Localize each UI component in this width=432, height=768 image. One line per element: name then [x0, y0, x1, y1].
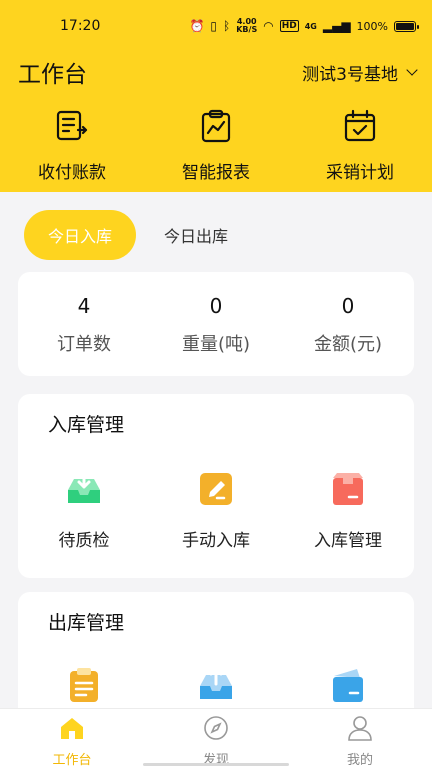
edit-pencil-icon: [197, 470, 235, 512]
signal-network: 4G: [304, 21, 317, 31]
nav-workbench[interactable]: 工作台: [0, 709, 144, 768]
outbound-grid: [18, 666, 414, 708]
status-time: 17:20: [60, 18, 101, 34]
quick-action-label: 收付账款: [38, 163, 106, 183]
quick-actions: 收付账款 智能报表 采销计划: [0, 108, 432, 184]
grid-item-label: 入库管理: [314, 531, 382, 551]
status-icons: ⏰ ▯ ᛒ 4.00 KB/S ◠ HD 4G ▂▄▆ 100%: [189, 17, 419, 34]
quick-action-plan[interactable]: 采销计划: [288, 108, 432, 184]
user-icon: [347, 715, 373, 745]
chevron-down-icon: [406, 63, 418, 76]
stat-label: 订单数: [57, 334, 111, 355]
ledger-icon: [54, 108, 90, 148]
clipboard-icon: [65, 666, 103, 708]
base-name: 测试3号基地: [302, 64, 398, 85]
hd-badge: HD: [279, 20, 299, 32]
tab-today-inbound[interactable]: 今日入库: [24, 210, 136, 260]
quick-action-label: 采销计划: [326, 163, 394, 183]
inbox-upload-icon: [197, 666, 235, 708]
manual-inbound-button[interactable]: 手动入库: [150, 470, 282, 551]
report-chart-icon: [198, 108, 234, 148]
network-speed: 4.00 KB/S: [236, 17, 258, 34]
page-title: 工作台: [18, 62, 87, 88]
stat-amount: 0 金额(元): [282, 272, 414, 376]
base-selector[interactable]: 测试3号基地: [302, 60, 418, 85]
inbox-download-icon: [65, 470, 103, 512]
stat-label: 重量(吨): [181, 334, 251, 355]
pending-inspection-button[interactable]: 待质检: [18, 470, 150, 551]
nav-label: 我的: [346, 753, 373, 768]
inbound-management-button[interactable]: 入库管理: [282, 470, 414, 551]
quick-action-accounts[interactable]: 收付账款: [0, 108, 144, 184]
home-icon: [59, 715, 85, 745]
quick-action-reports[interactable]: 智能报表: [144, 108, 288, 184]
nav-label: 工作台: [52, 753, 92, 768]
compass-icon: [203, 715, 229, 745]
status-bar: 17:20 ⏰ ▯ ᛒ 4.00 KB/S ◠ HD 4G ▂▄▆ 100%: [0, 0, 432, 52]
header-area: 17:20 ⏰ ▯ ᛒ 4.00 KB/S ◠ HD 4G ▂▄▆ 100% 工…: [0, 0, 432, 192]
stat-value: 0: [341, 294, 355, 318]
title-row: 工作台 测试3号基地: [18, 55, 418, 89]
inbound-grid: 待质检 手动入库 入库管理: [18, 470, 414, 551]
quick-action-label: 智能报表: [182, 163, 250, 183]
outbound-action-1[interactable]: [18, 666, 150, 708]
inbound-title: 入库管理: [48, 414, 125, 436]
battery-percent: 100%: [356, 19, 388, 33]
alarm-icon: ⏰: [189, 19, 205, 33]
date-tabs: 今日入库 今日出库: [24, 210, 248, 260]
bottom-nav: 工作台 发现 我的: [0, 708, 432, 768]
vibrate-icon: ▯: [210, 19, 218, 33]
box-icon: [329, 470, 367, 512]
bluetooth-icon: ᛒ: [223, 19, 231, 33]
grid-item-label: 手动入库: [182, 531, 250, 551]
signal-icon: ▂▄▆: [322, 19, 351, 33]
stats-card: 4 订单数 0 重量(吨) 0 金额(元): [18, 272, 414, 376]
stat-value: 0: [209, 294, 223, 318]
outbound-title: 出库管理: [48, 612, 125, 634]
wifi-icon: ◠: [263, 19, 274, 33]
outbound-action-2[interactable]: [150, 666, 282, 708]
nav-discover[interactable]: 发现: [144, 709, 288, 768]
battery-icon: [394, 20, 419, 32]
tab-today-outbound[interactable]: 今日出库: [144, 210, 248, 260]
home-indicator: [143, 763, 289, 766]
calendar-check-icon: [342, 108, 378, 148]
nav-mine[interactable]: 我的: [288, 709, 432, 768]
stat-weight: 0 重量(吨): [150, 272, 282, 376]
outbound-action-3[interactable]: [282, 666, 414, 708]
grid-item-label: 待质检: [58, 531, 110, 551]
stat-orders: 4 订单数: [18, 272, 150, 376]
stat-label: 金额(元): [313, 334, 383, 355]
inbound-card: 入库管理 待质检 手动入库 入库管理: [18, 394, 414, 578]
wallet-card-icon: [329, 666, 367, 708]
stat-value: 4: [77, 294, 91, 318]
